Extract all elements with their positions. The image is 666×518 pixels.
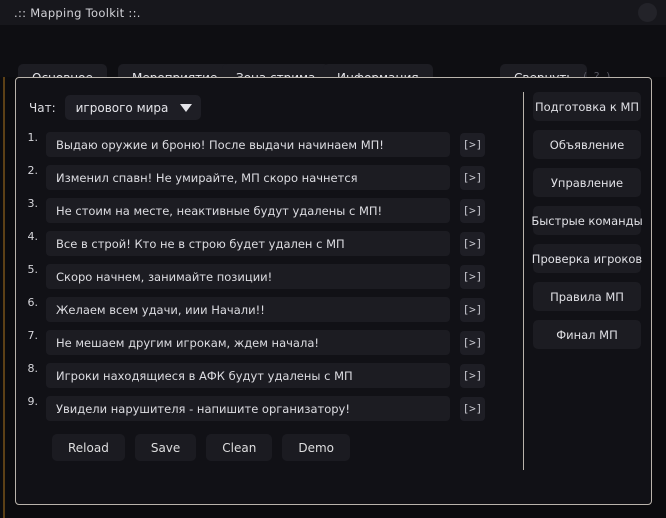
message-index: 4.: [27, 230, 39, 243]
preset-button-5[interactable]: Правила МП: [533, 282, 641, 311]
send-message-button[interactable]: [>]: [460, 264, 485, 289]
message-index: 7.: [27, 329, 39, 342]
message-input[interactable]: [46, 165, 450, 190]
message-row: 7. [>]: [16, 326, 524, 359]
preset-panel: Подготовка к МП Объявление Управление Быстр…: [531, 92, 643, 349]
preset-button-4[interactable]: Проверка игроков: [532, 244, 642, 273]
message-index: 5.: [27, 263, 39, 276]
window-title: .:: Mapping Toolkit ::.: [14, 5, 141, 20]
message-row: 6. [>]: [16, 293, 524, 326]
action-button-save[interactable]: Save: [134, 434, 197, 461]
message-index: 1.: [27, 131, 39, 144]
chevron-down-icon: [180, 103, 193, 112]
action-button-clean[interactable]: Clean: [206, 434, 273, 461]
send-message-button[interactable]: [>]: [460, 198, 485, 223]
preset-button-2[interactable]: Управление: [533, 168, 641, 197]
action-button-reload[interactable]: Reload: [52, 434, 125, 461]
message-row: 8. [>]: [16, 359, 524, 392]
message-input[interactable]: [46, 198, 450, 223]
message-index: 2.: [27, 164, 39, 177]
message-input[interactable]: [46, 297, 450, 322]
message-index: 8.: [27, 362, 39, 375]
message-index: 3.: [27, 197, 39, 210]
panel-divider: [523, 92, 524, 470]
message-input[interactable]: [46, 330, 450, 355]
send-message-button[interactable]: [>]: [460, 297, 485, 322]
title-bar: .:: Mapping Toolkit ::.: [0, 0, 666, 25]
message-list: 1. [>] 2. [>] 3. [>] 4. [>] 5. [>] 6. [>] 7. [>] 8. [>]…: [16, 128, 524, 425]
status-orb-icon: [638, 3, 657, 22]
preset-button-6[interactable]: Финал МП: [533, 320, 641, 349]
message-index: 6.: [27, 296, 39, 309]
send-message-button[interactable]: [>]: [460, 132, 485, 157]
send-message-button[interactable]: [>]: [460, 396, 485, 421]
left-accent-strip: [3, 0, 5, 518]
message-input[interactable]: [46, 363, 450, 388]
message-input[interactable]: [46, 396, 450, 421]
send-message-button[interactable]: [>]: [460, 363, 485, 388]
message-row: 3. [>]: [16, 194, 524, 227]
message-input[interactable]: [46, 264, 450, 289]
preset-button-0[interactable]: Подготовка к МП: [533, 92, 641, 121]
send-message-button[interactable]: [>]: [460, 231, 485, 256]
preset-button-3[interactable]: Быстрые команды: [531, 206, 643, 235]
message-row: 4. [>]: [16, 227, 524, 260]
chat-type-value: игрового мира: [75, 100, 169, 115]
message-input[interactable]: [46, 231, 450, 256]
action-button-demo[interactable]: Demo: [282, 434, 351, 461]
chat-selector-row: Чат: игрового мира: [29, 95, 202, 120]
send-message-button[interactable]: [>]: [460, 165, 485, 190]
message-index: 9.: [27, 395, 39, 408]
message-row: 2. [>]: [16, 161, 524, 194]
tab-bar: Основное Мероприятие Зона стрима Информа…: [0, 25, 666, 92]
chat-type-select[interactable]: игрового мира: [64, 95, 202, 120]
message-input[interactable]: [46, 132, 450, 157]
main-panel: Чат: игрового мира 1.[>]2.[>]3.[>]4.[>]5…: [15, 77, 652, 505]
action-button-row: Reload Save Clean Demo: [52, 434, 351, 461]
message-row: 9. [>]: [16, 392, 524, 425]
chat-label: Чат:: [29, 100, 56, 115]
preset-button-1[interactable]: Объявление: [533, 130, 641, 159]
message-row: 1. [>]: [16, 128, 524, 161]
send-message-button[interactable]: [>]: [460, 330, 485, 355]
message-row: 5. [>]: [16, 260, 524, 293]
